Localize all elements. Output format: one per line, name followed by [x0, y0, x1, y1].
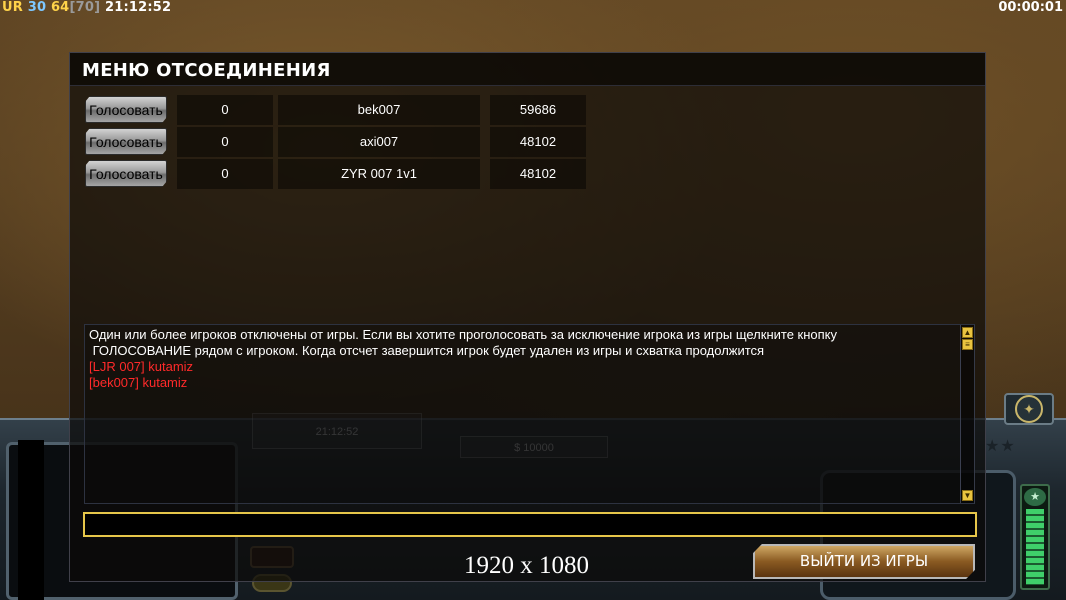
hud-value: 64 — [50, 0, 70, 15]
player-ping: 59686 — [490, 95, 586, 125]
scroll-thumb[interactable]: ≡ — [962, 339, 973, 350]
vote-button[interactable]: Голосовать — [85, 128, 167, 155]
game-timer: 00:00:01 — [998, 0, 1063, 15]
player-row: Голосовать 0 ZYR 007 1v1 48102 — [80, 159, 590, 189]
chat-message: [LJR 007] kutamiz — [89, 359, 194, 374]
vote-button[interactable]: Голосовать — [85, 160, 167, 187]
player-name: bek007 — [278, 95, 480, 125]
dialog-title: МЕНЮ ОТСОЕДИНЕНИЯ — [82, 60, 331, 81]
dialog-titlebar: МЕНЮ ОТСОЕДИНЕНИЯ — [70, 53, 985, 86]
radar-emblem-button[interactable]: ✦ — [1004, 393, 1054, 425]
player-ping: 48102 — [490, 127, 586, 157]
hud-tag: UR — [2, 0, 23, 15]
system-message: Один или более игроков отключены от игры… — [89, 327, 838, 342]
hud-clock: 21:12:52 — [104, 0, 172, 15]
hud-fps: 30 — [27, 0, 47, 15]
chat-text: Один или более игроков отключены от игры… — [89, 327, 955, 391]
vote-count: 0 — [177, 127, 273, 157]
player-row: Голосовать 0 axi007 48102 — [80, 127, 590, 157]
command-panel-slot — [18, 440, 44, 600]
hud-value-bracket: [70] — [69, 0, 101, 15]
chat-input[interactable] — [83, 512, 977, 537]
player-name: axi007 — [278, 127, 480, 157]
power-star-icon: ★ — [1024, 488, 1046, 506]
chat-message: [bek007] kutamiz — [89, 375, 188, 390]
player-row: Голосовать 0 bek007 59686 — [80, 95, 590, 125]
power-meter-icon: ★ — [1020, 484, 1050, 590]
disconnect-dialog: 21:12:52 $ 10000 МЕНЮ ОТСОЕДИНЕНИЯ Голос… — [69, 52, 986, 582]
vote-count: 0 — [177, 159, 273, 189]
vote-button[interactable]: Голосовать — [85, 96, 167, 123]
scroll-up-icon[interactable]: ▲ — [962, 327, 973, 338]
system-message: ГОЛОСОВАНИЕ рядом с игроком. Когда отсче… — [89, 343, 765, 358]
hud-stats: UR 30 64[70] 21:12:52 — [2, 0, 171, 15]
power-meter-fill — [1026, 509, 1044, 585]
player-name: ZYR 007 1v1 — [278, 159, 480, 189]
exit-game-button[interactable]: ВЫЙТИ ИЗ ИГРЫ — [753, 544, 975, 579]
chat-log[interactable]: Один или более игроков отключены от игры… — [84, 324, 975, 504]
player-ping: 48102 — [490, 159, 586, 189]
resolution-label: 1920 x 1080 — [464, 552, 589, 579]
vote-count: 0 — [177, 95, 273, 125]
radar-emblem-icon: ✦ — [1015, 395, 1043, 423]
scroll-down-icon[interactable]: ▼ — [962, 490, 973, 501]
chat-scrollbar[interactable]: ▲ ≡ ▼ — [960, 325, 974, 503]
rank-stars-icon: ★★ — [985, 438, 1016, 455]
